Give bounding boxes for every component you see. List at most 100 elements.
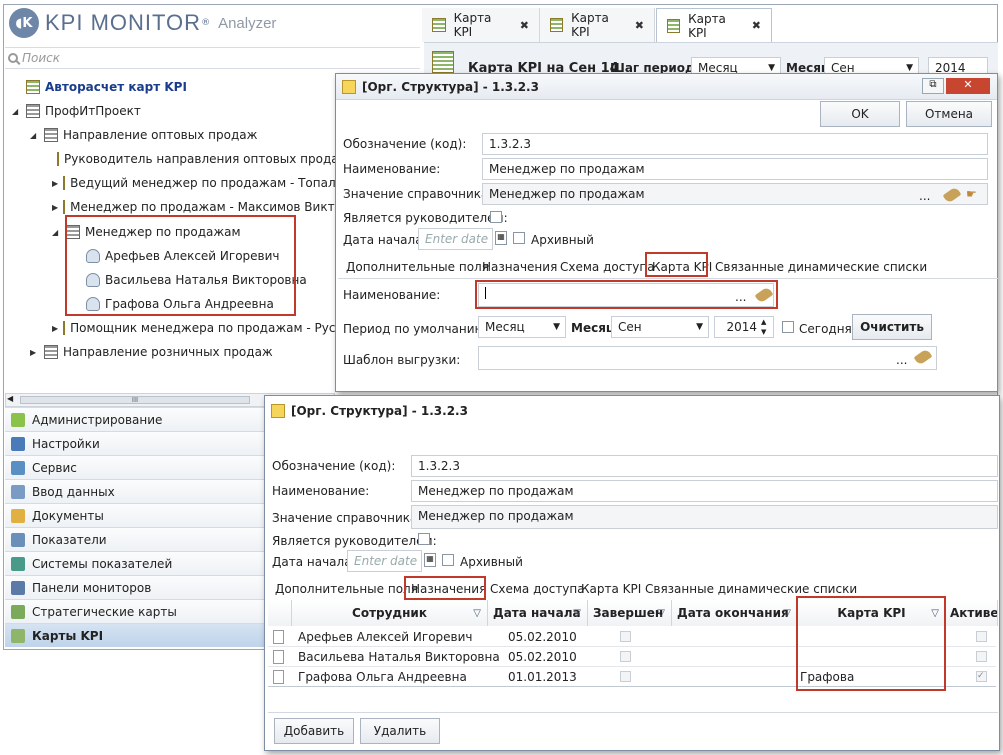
column-active[interactable]: Активен [946,600,998,626]
close-tab-icon[interactable]: ✖ [635,19,644,32]
close-tab-icon[interactable]: ✖ [520,19,529,32]
name-field[interactable]: Менеджер по продажам [411,480,998,502]
dialog-title: [Орг. Структура] - 1.3.2.3 [362,79,539,94]
nav-item-label: Сервис [32,460,77,475]
tab-access-scheme[interactable]: Схема доступа [490,582,585,596]
search-placeholder: Поиск [22,51,61,65]
kpi-icon [26,80,40,94]
registered-mark: ® [201,18,211,28]
tab-assignments[interactable]: Назначения [482,260,557,274]
clear-button[interactable]: Очистить [852,314,932,340]
code-field[interactable]: 1.3.2.3 [411,455,998,477]
tree-item[interactable]: ▶ Помощник менеджера по продажам - Руса [52,317,335,339]
is-head-checkbox[interactable] [418,533,430,545]
expand-arrow-icon[interactable]: ◢ [30,131,39,140]
tree-item[interactable]: Авторасчет карт KPI [12,76,187,98]
tab-kpi-card[interactable]: Карта KPI [581,582,641,596]
close-tab-icon[interactable]: ✖ [752,19,761,32]
column-end-date[interactable]: Дата окончания ▽ [672,600,798,626]
tab-additional-fields[interactable]: Дополнительные поля [275,582,418,596]
highlight-assignments-tab [404,576,486,600]
tab-kpi-card-3[interactable]: Карта KPI ✖ [656,8,772,42]
cancel-button[interactable]: Отмена [906,101,992,127]
reference-field[interactable]: Менеджер по продажам [482,183,988,205]
start-date-input[interactable]: Enter date [347,550,422,572]
tree-item[interactable]: ▶ Ведущий менеджер по продажам - Топалов [52,172,335,194]
code-label: Обозначение (код): [343,137,467,151]
name-field[interactable]: Менеджер по продажам [482,158,988,180]
expand-arrow-icon[interactable]: ▶ [52,203,58,212]
search-input[interactable]: Поиск [5,47,420,69]
tree-item[interactable]: Руководитель направления оптовых продаж [52,148,335,170]
expand-arrow-icon[interactable]: ▶ [30,348,39,357]
reference-ellipsis-button[interactable]: ... [919,189,930,203]
nav-section-icon [11,412,25,427]
code-field[interactable]: 1.3.2.3 [482,133,988,155]
expand-arrow-icon[interactable]: ◢ [52,228,61,237]
employee-cell: Арефьев Алексей Игоревич [298,630,473,644]
filter-icon: ▽ [783,607,791,619]
active-checkbox[interactable] [976,651,987,662]
add-button[interactable]: Добавить [274,718,354,744]
tab-access-scheme[interactable]: Схема доступа [560,260,655,274]
restore-window-icon[interactable]: ⧉ [922,78,944,94]
completed-checkbox[interactable] [620,671,631,682]
tree-item[interactable]: ◢ ПрофИтПроект [12,100,141,122]
tree-item-label: Ведущий менеджер по продажам - Топалов [70,176,335,190]
column-employee[interactable]: Сотрудник ▽ [292,600,488,626]
nav-section-icon [11,460,25,475]
calendar-icon[interactable]: ▦ [495,231,507,245]
default-month-select[interactable]: Сен ▼ [611,316,709,338]
is-head-label: Является руководителем: [272,534,437,548]
highlight-kpi-tab [645,252,708,277]
ok-button[interactable]: OK [820,101,900,127]
tab-additional-fields[interactable]: Дополнительные поля [346,260,489,274]
highlight-kpi-name [475,280,778,309]
archive-checkbox[interactable] [442,554,454,566]
tree-item[interactable]: ▶ Направление розничных продаж [30,341,273,363]
active-checkbox[interactable]: ✓ [976,671,987,682]
default-period-select[interactable]: Месяц ▼ [478,316,566,338]
tree-item-label: Направление оптовых продаж [63,128,258,142]
expand-arrow-icon[interactable]: ▶ [52,179,58,188]
start-date-input[interactable]: Enter date [418,228,493,250]
nav-section-icon [11,532,25,547]
name-label: Наименование: [343,162,441,176]
tab-linked-dynamic-lists[interactable]: Связанные динамические списки [715,260,927,274]
scroll-left-arrow-icon[interactable]: ◀ [7,394,13,403]
pointing-hand-icon[interactable]: ☛ [966,187,977,201]
tree-item[interactable]: ◢ Направление оптовых продаж [30,124,257,146]
year-spinner[interactable]: ▲ ▼ [761,317,766,337]
expand-arrow-icon[interactable]: ▶ [52,324,58,333]
tab-kpi-card-2[interactable]: Карта KPI ✖ [540,8,655,42]
template-ellipsis-button[interactable]: ... [896,353,907,367]
today-checkbox[interactable] [782,321,794,333]
default-period-label: Период по умолчанию: [343,322,489,336]
today-label: Сегодня [799,322,852,336]
export-template-field[interactable] [478,346,937,370]
completed-checkbox[interactable] [620,631,631,642]
tab-linked-dynamic-lists[interactable]: Связанные динамические списки [645,582,857,596]
reference-label: Значение справочника: [272,511,422,525]
start-date-label: Дата начала [343,233,423,247]
app-name: KPI MONITOR [45,10,202,35]
expand-arrow-icon[interactable]: ◢ [12,107,21,116]
app-subtitle: Analyzer [218,14,277,32]
is-head-checkbox[interactable] [490,211,502,223]
tab-kpi-card-1[interactable]: Карта KPI ✖ [422,8,540,42]
kpi-icon [63,321,66,335]
nav-section-icon [11,508,25,523]
nav-section-icon [11,604,25,619]
close-window-icon[interactable]: ✕ [946,78,990,94]
column-start-date[interactable]: Дата начала ▽ [488,600,588,626]
completed-checkbox[interactable] [620,651,631,662]
scrollbar-thumb[interactable]: III [20,396,250,404]
calendar-icon[interactable]: ▦ [424,553,436,567]
archive-checkbox[interactable] [513,232,525,244]
nav-item-label: Системы показателей [32,556,173,571]
active-checkbox[interactable] [976,631,987,642]
reference-field[interactable]: Менеджер по продажам [411,505,998,529]
delete-button[interactable]: Удалить [360,718,440,744]
code-label: Обозначение (код): [272,459,396,473]
column-completed[interactable]: Завершен ▽ [588,600,672,626]
